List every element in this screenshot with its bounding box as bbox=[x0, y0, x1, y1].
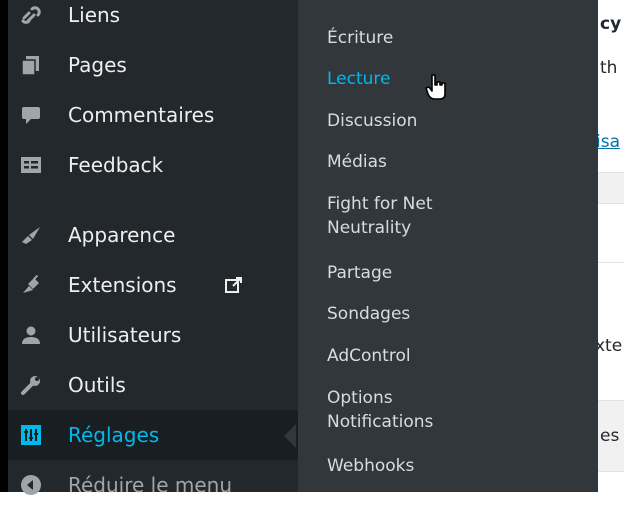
sidebar-item-commentaires[interactable]: Commentaires bbox=[8, 90, 298, 140]
sidebar-item-reglages[interactable]: Réglages bbox=[8, 410, 298, 460]
appearance-brush-icon bbox=[20, 224, 42, 246]
window-edge bbox=[0, 0, 8, 492]
submenu-item-adcontrol[interactable]: AdControl bbox=[327, 344, 411, 368]
sidebar-item-label: Réduire le menu bbox=[68, 473, 233, 497]
content-table-header bbox=[598, 172, 624, 204]
collapse-menu-button[interactable]: Réduire le menu bbox=[8, 460, 298, 510]
tools-wrench-icon bbox=[20, 374, 42, 396]
feedback-icon bbox=[20, 154, 42, 176]
content-text-fragment: xte bbox=[598, 336, 623, 356]
submenu-item-lecture[interactable]: Lecture bbox=[327, 67, 391, 91]
sidebar-item-liens[interactable]: Liens bbox=[8, 0, 298, 40]
plugins-icon bbox=[20, 274, 42, 296]
collapse-icon bbox=[20, 474, 42, 496]
main-content-glimpse: cy th isa xte es bbox=[598, 0, 624, 492]
submenu-pointer-arrow bbox=[284, 424, 296, 448]
submenu-item-medias[interactable]: Médias bbox=[327, 150, 387, 174]
sidebar-item-apparence[interactable]: Apparence bbox=[8, 210, 298, 260]
submenu-item-fight-for-net-neutrality[interactable]: Fight for Net Neutrality bbox=[327, 192, 433, 240]
sidebar-item-outils[interactable]: Outils bbox=[8, 360, 298, 410]
submenu-item-ecriture[interactable]: Écriture bbox=[327, 26, 393, 50]
comment-icon bbox=[20, 104, 42, 126]
content-divider bbox=[598, 262, 624, 263]
sidebar-item-label: Réglages bbox=[68, 423, 160, 447]
link-icon bbox=[20, 4, 42, 26]
sidebar-item-label: Utilisateurs bbox=[68, 323, 182, 347]
sidebar-item-utilisateurs[interactable]: Utilisateurs bbox=[8, 310, 298, 360]
submenu-item-options-notifications[interactable]: Options Notifications bbox=[327, 386, 433, 434]
sidebar-item-label: Feedback bbox=[68, 153, 164, 177]
settings-icon bbox=[20, 424, 42, 446]
sidebar-item-label: Apparence bbox=[68, 223, 176, 247]
sidebar-item-label: Pages bbox=[68, 53, 127, 77]
content-text-fragment: th bbox=[600, 58, 618, 78]
content-title-fragment: cy bbox=[600, 14, 622, 34]
sidebar-item-extensions[interactable]: Extensions bbox=[8, 260, 298, 310]
submenu-item-partage[interactable]: Partage bbox=[327, 261, 392, 285]
sidebar-item-label: Liens bbox=[68, 3, 121, 27]
sidebar-item-label: Outils bbox=[68, 373, 126, 397]
submenu-item-webhooks[interactable]: Webhooks bbox=[327, 454, 414, 478]
hand-pointer-cursor-icon bbox=[424, 73, 450, 101]
sidebar-item-feedback[interactable]: Feedback bbox=[8, 140, 298, 190]
admin-sidebar: Liens Pages Commentaires Feedback Appare… bbox=[8, 0, 298, 497]
submenu-item-discussion[interactable]: Discussion bbox=[327, 109, 417, 133]
pages-icon bbox=[20, 54, 42, 76]
submenu-item-sondages[interactable]: Sondages bbox=[327, 302, 410, 326]
sidebar-item-label: Extensions bbox=[68, 273, 177, 297]
content-text-fragment: es bbox=[600, 426, 620, 446]
external-link-icon bbox=[224, 275, 244, 300]
sidebar-item-label: Commentaires bbox=[68, 103, 215, 127]
content-link-fragment[interactable]: isa bbox=[598, 132, 620, 152]
sidebar-item-pages[interactable]: Pages bbox=[8, 40, 298, 90]
users-icon bbox=[20, 324, 42, 346]
